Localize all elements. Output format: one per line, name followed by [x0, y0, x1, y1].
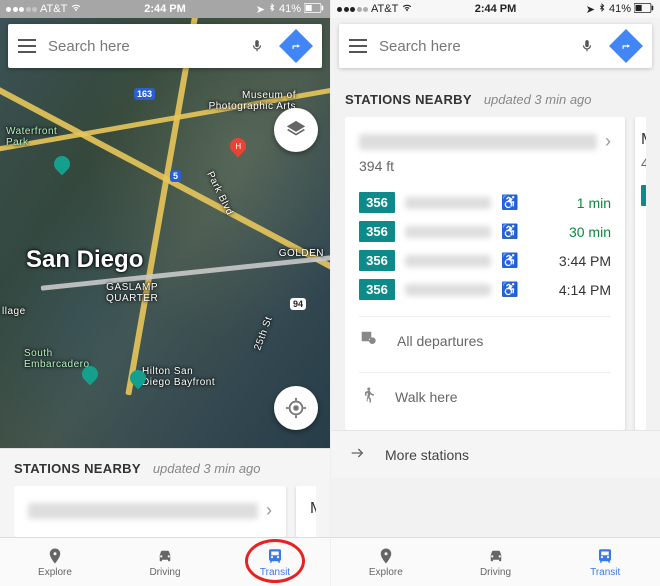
tab-label: Explore [38, 567, 72, 578]
route-badge: 356 [359, 221, 395, 242]
stations-nearby-title: STATIONS NEARBY [14, 461, 141, 476]
updated-label: updated 3 min ago [153, 461, 261, 476]
tab-label: Driving [480, 567, 511, 578]
departure-row[interactable]: 356 ♿ 1 min [359, 188, 611, 217]
station-name-redacted [359, 134, 597, 150]
clock: 2:44 PM [331, 3, 660, 15]
chevron-right-icon: › [266, 500, 272, 521]
map-canvas[interactable]: 5 163 94 Museum of Photographic Arts Wat… [0, 18, 330, 448]
phone-right-transit-view: AT&T 2:44 PM ➤ 41% Search here [330, 0, 660, 586]
station-card[interactable]: › [14, 486, 286, 537]
station-card[interactable]: Mo 44 35 [635, 117, 646, 430]
departure-row[interactable]: 356 ♿ 4:14 PM [359, 275, 611, 304]
all-departures-label: All departures [397, 333, 483, 349]
walk-here-button[interactable]: Walk here [359, 372, 611, 420]
accessible-icon: ♿ [501, 281, 518, 298]
tab-explore[interactable]: Explore [0, 538, 110, 586]
departure-time: 3:44 PM [559, 253, 611, 269]
hamburger-menu-icon[interactable] [16, 35, 38, 57]
route-163-shield: 163 [134, 88, 155, 100]
layers-button[interactable] [274, 108, 318, 152]
departure-time: 4:14 PM [559, 282, 611, 298]
station-name-redacted [28, 503, 258, 519]
tab-label: Transit [260, 567, 290, 578]
neighborhood-village-label: llage [2, 306, 26, 317]
microphone-icon[interactable] [576, 35, 598, 57]
route-badge: 356 [359, 250, 395, 271]
bottom-tab-bar: Explore Driving Transit [331, 537, 660, 586]
station-distance: 44 [641, 155, 646, 171]
tab-label: Driving [149, 567, 180, 578]
route-94-shield: 94 [290, 298, 306, 310]
departure-time: 30 min [569, 224, 611, 240]
departure-board-icon [359, 329, 379, 352]
tab-transit[interactable]: Transit [220, 538, 330, 586]
station-card[interactable]: › 394 ft 356 ♿ 1 min 356 ♿ 30 min [345, 117, 625, 430]
search-bar[interactable]: Search here [8, 24, 322, 68]
tab-transit[interactable]: Transit [550, 538, 660, 586]
arrow-right-icon [347, 445, 367, 464]
interstate-5-shield: 5 [170, 170, 181, 182]
bottom-tab-bar: Explore Driving Transit [0, 537, 330, 586]
microphone-icon[interactable] [246, 35, 268, 57]
departure-row[interactable]: 356 ♿ 3:44 PM [359, 246, 611, 275]
station-name-initial: Mo [641, 131, 646, 149]
stations-nearby-title: STATIONS NEARBY [345, 92, 472, 107]
status-bar: AT&T 2:44 PM ➤ 41% [0, 0, 330, 18]
more-stations-label: More stations [385, 447, 469, 463]
route-badge: 356 [359, 279, 395, 300]
tab-driving[interactable]: Driving [441, 538, 551, 586]
more-stations-button[interactable]: More stations [331, 430, 660, 478]
tab-driving[interactable]: Driving [110, 538, 220, 586]
tab-explore[interactable]: Explore [331, 538, 441, 586]
clock: 2:44 PM [0, 3, 330, 15]
destination-redacted [405, 255, 491, 267]
directions-button[interactable] [278, 28, 314, 64]
phone-left-map-view: AT&T 2:44 PM ➤ 41% 5 163 94 Museum of Ph… [0, 0, 330, 586]
tab-label: Transit [590, 567, 620, 578]
accessible-icon: ♿ [501, 194, 518, 211]
destination-redacted [405, 226, 491, 238]
station-distance: 394 ft [359, 158, 611, 174]
south-embarcadero-label: South Embarcadero [24, 348, 90, 370]
destination-redacted [405, 284, 491, 296]
accessible-icon: ♿ [501, 223, 518, 240]
walking-icon [359, 385, 377, 408]
updated-label: updated 3 min ago [484, 92, 592, 107]
poi-waterfront-label: Waterfront Park [6, 126, 57, 148]
destination-redacted [405, 197, 491, 209]
all-departures-button[interactable]: All departures [359, 316, 611, 364]
search-placeholder[interactable]: Search here [379, 38, 566, 55]
directions-button[interactable] [608, 28, 644, 64]
route-badge: 35 [641, 185, 646, 206]
station-card[interactable]: Mo [296, 486, 316, 537]
chevron-right-icon[interactable]: › [605, 131, 611, 152]
poi-museum-label: Museum of Photographic Arts [209, 90, 296, 112]
neighborhood-gaslamp-label: GASLAMP QUARTER [106, 282, 158, 304]
status-bar: AT&T 2:44 PM ➤ 41% [331, 0, 660, 18]
neighborhood-golden-label: GOLDEN [279, 248, 324, 259]
my-location-button[interactable] [274, 386, 318, 430]
departure-time: 1 min [577, 195, 611, 211]
city-label: San Diego [26, 246, 143, 274]
poi-hilton-label: Hilton San Diego Bayfront [142, 366, 215, 388]
station-name-initial: Mo [310, 500, 316, 518]
departure-row[interactable]: 356 ♿ 30 min [359, 217, 611, 246]
tab-label: Explore [369, 567, 403, 578]
accessible-icon: ♿ [501, 252, 518, 269]
search-placeholder[interactable]: Search here [48, 38, 236, 55]
stations-nearby-peek[interactable]: STATIONS NEARBY updated 3 min ago › Mo [0, 448, 330, 537]
transit-panel[interactable]: STATIONS NEARBY updated 3 min ago › 394 … [331, 18, 660, 537]
search-bar[interactable]: Search here [339, 24, 652, 68]
walk-here-label: Walk here [395, 389, 458, 405]
hamburger-menu-icon[interactable] [347, 35, 369, 57]
route-badge: 356 [359, 192, 395, 213]
